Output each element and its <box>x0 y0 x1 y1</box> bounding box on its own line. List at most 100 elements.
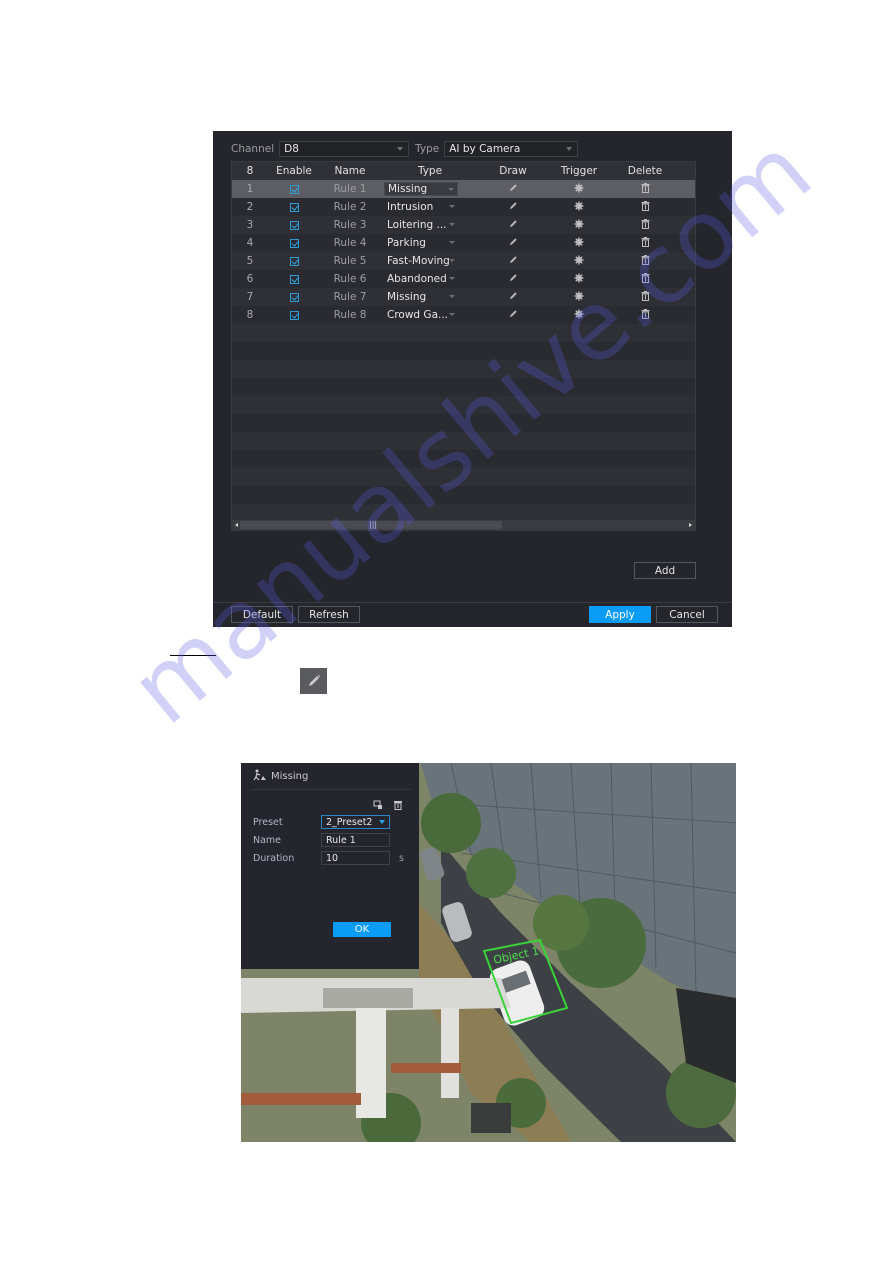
preset-value: 2_Preset2 <box>326 816 373 828</box>
pencil-icon[interactable] <box>509 237 518 249</box>
enable-checkbox[interactable] <box>289 238 299 248</box>
duration-row: Duration 10 s <box>253 851 404 865</box>
rule-type-value: Crowd Ga... <box>387 309 449 321</box>
name-input[interactable]: Rule 1 <box>321 833 390 847</box>
pencil-icon[interactable] <box>509 255 518 267</box>
table-row[interactable]: 3 Rule 3 Loitering ... <box>232 216 695 234</box>
type-select[interactable]: AI by Camera <box>444 141 579 157</box>
chevron-down-icon <box>449 313 455 316</box>
header-type: Type <box>417 165 443 177</box>
rule-type-value: Abandoned <box>387 273 447 285</box>
duration-label: Duration <box>253 852 295 864</box>
dialog-title: Missing <box>253 769 308 784</box>
empty-row <box>232 450 695 468</box>
pencil-icon[interactable] <box>509 291 518 303</box>
pencil-icon[interactable] <box>509 201 518 213</box>
trash-icon[interactable] <box>641 308 650 322</box>
pencil-icon[interactable] <box>509 183 518 195</box>
chevron-down-icon <box>448 188 454 191</box>
table-row[interactable]: 6 Rule 6 Abandoned <box>232 270 695 288</box>
scroll-left-icon[interactable] <box>235 523 238 527</box>
trash-icon[interactable] <box>641 236 650 250</box>
enable-checkbox[interactable] <box>289 274 299 284</box>
trash-icon[interactable] <box>393 800 403 813</box>
pencil-icon <box>300 668 327 694</box>
chevron-down-icon <box>449 259 455 262</box>
trash-icon[interactable] <box>641 254 650 268</box>
table-row[interactable]: 7 Rule 7 Missing <box>232 288 695 306</box>
row-number: 1 <box>246 183 254 195</box>
enable-checkbox[interactable] <box>289 310 299 320</box>
rule-name: Rule 5 <box>333 255 367 267</box>
rule-type-select[interactable]: Missing <box>384 182 458 196</box>
rule-type-select[interactable]: Fast-Moving <box>384 254 458 268</box>
chevron-down-icon <box>397 147 404 151</box>
divider <box>213 602 732 603</box>
horizontal-scrollbar[interactable]: ||| <box>232 520 695 530</box>
rules-table: 8 Enable Name Type Draw Trigger Delete 1… <box>231 161 696 531</box>
divider <box>251 789 411 790</box>
table-row[interactable]: 1 Rule 1 Missing <box>232 180 695 198</box>
enable-checkbox[interactable] <box>289 256 299 266</box>
channel-value: D8 <box>284 143 299 155</box>
enable-checkbox[interactable] <box>289 202 299 212</box>
ok-button[interactable]: OK <box>333 922 391 937</box>
gear-icon[interactable] <box>574 273 584 286</box>
trash-icon[interactable] <box>641 290 650 304</box>
table-row[interactable]: 8 Rule 8 Crowd Ga... <box>232 306 695 324</box>
default-button[interactable]: Default <box>231 606 293 623</box>
add-button[interactable]: Add <box>634 562 696 579</box>
type-value: AI by Camera <box>449 143 521 155</box>
scroll-right-icon[interactable] <box>689 523 692 527</box>
rule-type-value: Fast-Moving <box>387 255 450 267</box>
trash-icon[interactable] <box>641 182 650 196</box>
header-enable: Enable <box>276 165 312 177</box>
grip-icon: ||| <box>369 520 378 529</box>
apply-button[interactable]: Apply <box>589 606 651 623</box>
trash-icon[interactable] <box>641 200 650 214</box>
rule-type-select[interactable]: Loitering ... <box>384 218 458 232</box>
gear-icon[interactable] <box>574 255 584 268</box>
rule-type-value: Missing <box>387 291 427 303</box>
gear-icon[interactable] <box>574 291 584 304</box>
trash-icon[interactable] <box>641 272 650 286</box>
rule-type-select[interactable]: Crowd Ga... <box>384 308 458 322</box>
filter-bar: Channel D8 Type AI by Camera <box>231 140 579 158</box>
pencil-icon[interactable] <box>509 309 518 321</box>
duration-input[interactable]: 10 <box>321 851 390 865</box>
person-object-icon <box>253 769 267 784</box>
table-row[interactable]: 5 Rule 5 Fast-Moving <box>232 252 695 270</box>
refresh-button[interactable]: Refresh <box>298 606 360 623</box>
table-body: 1 Rule 1 Missing 2 Rule 2 Intrusion 3 Rule 3 Loi… <box>232 180 695 522</box>
cancel-button[interactable]: Cancel <box>656 606 718 623</box>
enable-checkbox[interactable] <box>289 184 299 194</box>
rule-type-select[interactable]: Missing <box>384 290 458 304</box>
gear-icon[interactable] <box>574 183 584 196</box>
header-trigger: Trigger <box>560 165 598 177</box>
preset-select[interactable]: 2_Preset2 <box>321 815 390 829</box>
pencil-icon[interactable] <box>509 219 518 231</box>
enable-checkbox[interactable] <box>289 292 299 302</box>
name-row: Name Rule 1 <box>253 833 390 847</box>
gear-icon[interactable] <box>574 219 584 232</box>
table-row[interactable]: 2 Rule 2 Intrusion <box>232 198 695 216</box>
rules-panel: Channel D8 Type AI by Camera 8 Enable Na… <box>213 131 732 627</box>
rule-type-select[interactable]: Intrusion <box>384 200 458 214</box>
table-row[interactable]: 4 Rule 4 Parking <box>232 234 695 252</box>
rule-type-select[interactable]: Parking <box>384 236 458 250</box>
trash-icon[interactable] <box>641 218 650 232</box>
chevron-down-icon <box>449 223 455 226</box>
rule-type-select[interactable]: Abandoned <box>384 272 458 286</box>
channel-select[interactable]: D8 <box>279 141 410 157</box>
enable-checkbox[interactable] <box>289 220 299 230</box>
rule-type-value: Parking <box>387 237 426 249</box>
gear-icon[interactable] <box>574 201 584 214</box>
gear-icon[interactable] <box>574 237 584 250</box>
row-number: 4 <box>246 237 254 249</box>
rule-name: Rule 7 <box>333 291 367 303</box>
dialog-title-text: Missing <box>271 771 309 782</box>
gear-icon[interactable] <box>574 309 584 322</box>
pencil-icon[interactable] <box>509 273 518 285</box>
rule-name: Rule 8 <box>333 309 367 321</box>
draw-area-icon[interactable] <box>373 800 383 813</box>
